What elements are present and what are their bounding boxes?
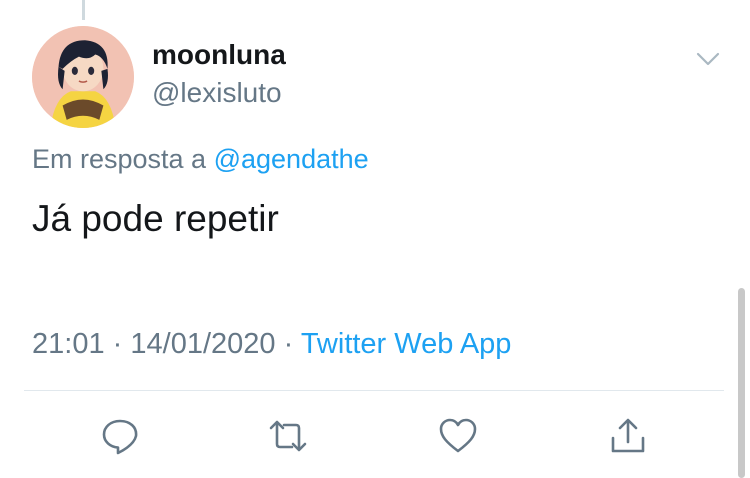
reply-context: Em resposta a @agendathe [32, 144, 369, 175]
display-name[interactable]: moonluna [152, 39, 286, 71]
user-handle[interactable]: @lexisluto [152, 77, 282, 109]
scrollbar[interactable] [738, 288, 745, 478]
reply-prefix: Em resposta a [32, 144, 207, 174]
tweet-date: 14/01/2020 [130, 328, 276, 360]
avatar-image [32, 26, 134, 128]
meta-separator: · [283, 328, 294, 360]
share-icon [611, 418, 645, 453]
meta-separator: · [112, 328, 123, 360]
chevron-down-icon[interactable] [694, 48, 722, 70]
avatar[interactable] [32, 26, 134, 128]
reply-button[interactable] [98, 414, 142, 458]
divider [24, 390, 724, 391]
speech-bubble-icon [102, 419, 138, 455]
tweet-metadata: 21:01 · 14/01/2020 · Twitter Web App [32, 328, 511, 361]
tweet-time: 21:01 [32, 328, 105, 360]
share-button[interactable] [606, 414, 650, 458]
reply-mention-link[interactable]: @agendathe [214, 144, 369, 174]
tweet-text: Já pode repetir [32, 198, 279, 239]
thread-connector-line [82, 0, 85, 20]
tweet-source-link[interactable]: Twitter Web App [301, 328, 512, 360]
retweet-icon [269, 420, 307, 452]
retweet-button[interactable] [266, 414, 310, 458]
heart-icon [439, 418, 477, 453]
like-button[interactable] [436, 414, 480, 458]
